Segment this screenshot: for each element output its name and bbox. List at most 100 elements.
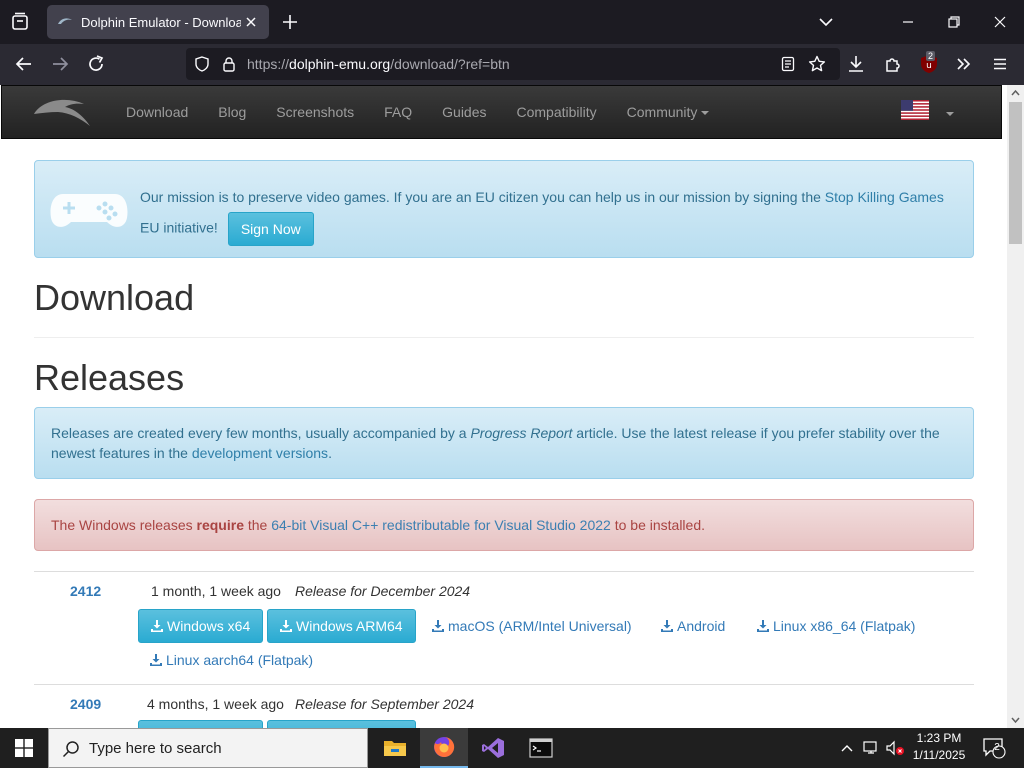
tracking-protection-shield-icon[interactable] bbox=[194, 56, 210, 72]
new-tab-icon[interactable] bbox=[279, 11, 301, 33]
svg-text:u: u bbox=[926, 61, 932, 71]
windows-requirement-text: The Windows releases require the 64-bit … bbox=[51, 517, 705, 533]
search-icon bbox=[62, 741, 79, 758]
download-icon bbox=[757, 620, 769, 632]
back-icon[interactable] bbox=[13, 53, 35, 75]
dolphin-logo-icon[interactable] bbox=[32, 94, 94, 130]
site-navbar: Download Blog Screenshots FAQ Guides Com… bbox=[1, 85, 1002, 139]
tab-list-icon[interactable] bbox=[8, 10, 32, 34]
site-nav-links: Download Blog Screenshots FAQ Guides Com… bbox=[126, 86, 739, 140]
show-hidden-icons-chevron-icon[interactable] bbox=[837, 728, 857, 768]
system-clock[interactable]: 1:23 PM 1/11/2025 bbox=[906, 730, 972, 764]
clock-date: 1/11/2025 bbox=[912, 748, 966, 762]
clock-time: 1:23 PM bbox=[916, 731, 962, 745]
bookmark-star-icon[interactable] bbox=[808, 55, 826, 73]
network-icon[interactable] bbox=[860, 728, 882, 768]
web-page: Download Blog Screenshots FAQ Guides Com… bbox=[0, 85, 1007, 728]
address-bar[interactable]: https://dolphin-emu.org/download/?ref=bt… bbox=[186, 48, 840, 80]
releases-heading: Releases bbox=[34, 357, 185, 398]
download-icon bbox=[432, 620, 444, 632]
release-row: 2409 4 months, 1 week ago Release for Se… bbox=[34, 684, 974, 728]
windows-taskbar: Type here to search 1:23 PM 1/11/2025 2 bbox=[0, 728, 1024, 768]
scroll-up-arrow-icon[interactable] bbox=[1011, 89, 1020, 98]
forward-icon[interactable] bbox=[49, 53, 71, 75]
downloads-icon[interactable] bbox=[845, 53, 867, 75]
url-text[interactable]: https://dolphin-emu.org/download/?ref=bt… bbox=[247, 56, 510, 72]
extension-badge-count: 2 bbox=[926, 51, 936, 61]
nav-compatibility[interactable]: Compatibility bbox=[517, 86, 597, 140]
download-android-link[interactable]: Android bbox=[661, 618, 725, 634]
divider bbox=[34, 337, 974, 338]
nav-blog[interactable]: Blog bbox=[218, 86, 246, 140]
community-dropdown-caret-icon bbox=[701, 111, 710, 116]
list-all-tabs-chevron-icon[interactable] bbox=[816, 10, 836, 34]
navigation-toolbar: https://dolphin-emu.org/download/?ref=bt… bbox=[0, 44, 1024, 85]
mission-alert: Our mission is to preserve video games. … bbox=[34, 160, 974, 258]
vc-redist-link[interactable]: 64-bit Visual C++ redistributable for Vi… bbox=[271, 517, 611, 533]
release-description: Release for September 2024 bbox=[295, 696, 474, 712]
download-macos-link[interactable]: macOS (ARM/Intel Universal) bbox=[432, 618, 632, 634]
download-icon bbox=[151, 620, 163, 632]
release-age: 1 month, 1 week ago bbox=[151, 583, 281, 599]
nav-download[interactable]: Download bbox=[126, 86, 188, 140]
scrollbar-thumb[interactable] bbox=[1009, 102, 1022, 244]
download-windows-arm64-button[interactable]: Windows ARM64 bbox=[267, 609, 416, 643]
download-linux-x86-link[interactable]: Linux x86_64 (Flatpak) bbox=[757, 618, 915, 634]
taskbar-search-box[interactable]: Type here to search bbox=[48, 728, 368, 768]
us-flag-icon[interactable] bbox=[901, 100, 929, 120]
download-icon bbox=[280, 620, 292, 632]
notifications-icon[interactable]: 2 bbox=[980, 728, 1008, 768]
download-heading: Download bbox=[34, 277, 195, 318]
release-description: Release for December 2024 bbox=[295, 583, 471, 599]
dolphin-favicon-icon bbox=[58, 18, 72, 24]
notification-count: 2 bbox=[994, 742, 1000, 753]
reader-view-icon[interactable] bbox=[780, 56, 796, 72]
download-linux-aarch64-link[interactable]: Linux aarch64 (Flatpak) bbox=[150, 652, 313, 668]
page-scrollbar[interactable] bbox=[1007, 85, 1024, 728]
volume-muted-icon[interactable] bbox=[883, 728, 907, 768]
release-row: 2412 1 month, 1 week ago Release for Dec… bbox=[34, 571, 974, 684]
tab-close-icon[interactable] bbox=[241, 12, 261, 32]
restore-icon[interactable] bbox=[944, 10, 964, 34]
stop-killing-games-link[interactable]: Stop Killing Games bbox=[825, 189, 944, 205]
active-tab[interactable]: Dolphin Emulator - Download bbox=[47, 5, 269, 39]
download-icon bbox=[661, 620, 673, 632]
nav-guides[interactable]: Guides bbox=[442, 86, 486, 140]
release-version-link[interactable]: 2412 bbox=[70, 583, 101, 599]
development-versions-link[interactable]: development versions bbox=[192, 445, 328, 461]
sign-now-button[interactable]: Sign Now bbox=[227, 212, 314, 246]
release-version-link[interactable]: 2409 bbox=[70, 696, 101, 712]
file-explorer-icon[interactable] bbox=[371, 728, 419, 768]
visual-studio-icon[interactable] bbox=[469, 728, 517, 768]
windows-requirement-alert: The Windows releases require the 64-bit … bbox=[34, 499, 974, 551]
lock-icon[interactable] bbox=[221, 56, 237, 72]
minimize-icon[interactable] bbox=[898, 10, 918, 34]
nav-screenshots[interactable]: Screenshots bbox=[276, 86, 354, 140]
more-tools-chevron-icon[interactable] bbox=[953, 53, 975, 75]
download-button-partial[interactable] bbox=[267, 720, 416, 728]
gamepad-icon bbox=[50, 194, 128, 227]
language-dropdown-caret-icon[interactable] bbox=[946, 112, 954, 116]
nav-faq[interactable]: FAQ bbox=[384, 86, 412, 140]
start-button[interactable] bbox=[0, 728, 48, 768]
nav-community[interactable]: Community bbox=[627, 86, 710, 140]
tab-bar: Dolphin Emulator - Download bbox=[0, 0, 1024, 44]
firefox-icon[interactable] bbox=[420, 728, 468, 768]
extensions-puzzle-icon[interactable] bbox=[882, 53, 904, 75]
search-placeholder: Type here to search bbox=[89, 740, 222, 757]
reload-icon[interactable] bbox=[85, 53, 107, 75]
releases-info-alert: Releases are created every few months, u… bbox=[34, 407, 974, 479]
hamburger-menu-icon[interactable] bbox=[989, 53, 1011, 75]
url-host: dolphin-emu.org bbox=[289, 56, 391, 72]
scroll-down-arrow-icon[interactable] bbox=[1011, 715, 1020, 724]
release-age: 4 months, 1 week ago bbox=[147, 696, 284, 712]
tab-title: Dolphin Emulator - Download bbox=[81, 14, 241, 30]
window-close-icon[interactable] bbox=[990, 10, 1010, 34]
download-icon bbox=[150, 654, 162, 666]
download-button-partial[interactable] bbox=[138, 720, 263, 728]
download-windows-x64-button[interactable]: Windows x64 bbox=[138, 609, 264, 643]
releases-info-text: Releases are created every few months, u… bbox=[51, 425, 940, 461]
terminal-icon[interactable] bbox=[517, 728, 565, 768]
windows-logo-icon bbox=[15, 739, 33, 757]
mission-text: Our mission is to preserve video games. … bbox=[140, 182, 960, 246]
